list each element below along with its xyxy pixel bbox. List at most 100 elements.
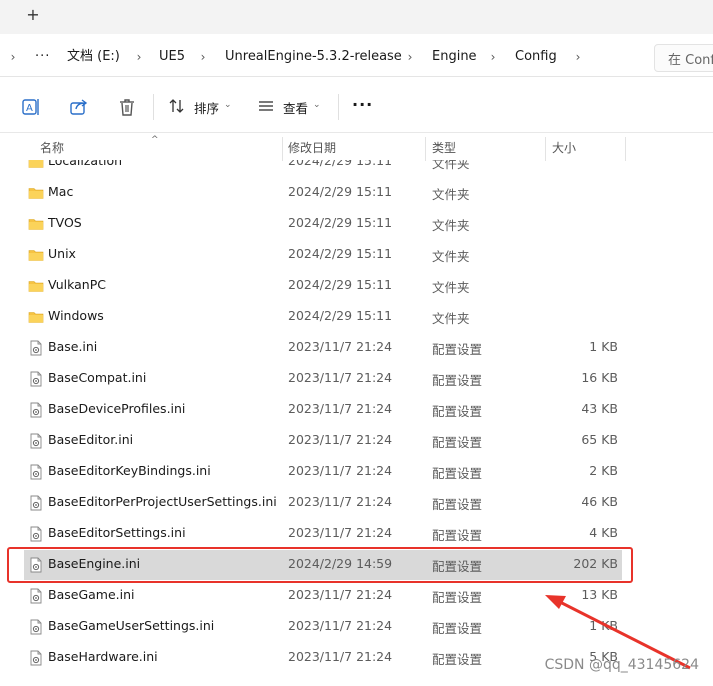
chevron-right-icon[interactable]: › xyxy=(198,48,208,66)
file-date: 2024/2/29 15:11 xyxy=(288,184,393,199)
delete-icon[interactable] xyxy=(116,96,138,118)
file-name: BaseGame.ini xyxy=(48,587,135,602)
file-list: Localization 2024/2/29 15:11 文件夹 Mac 2024/2/… xyxy=(0,160,713,686)
file-size: 2 KB xyxy=(589,463,618,478)
view-icon xyxy=(259,101,273,111)
file-date: 2023/11/7 21:24 xyxy=(288,370,393,385)
ini-file-icon xyxy=(28,495,44,511)
chevron-right-icon[interactable]: › xyxy=(573,48,583,66)
file-row[interactable]: BaseHardware.ini 2023/11/7 21:24 配置设置 5 KB xyxy=(24,643,622,673)
file-type: 配置设置 xyxy=(432,528,483,543)
file-row[interactable]: VulkanPC 2024/2/29 15:11 文件夹 xyxy=(24,271,622,301)
file-name: BaseDeviceProfiles.ini xyxy=(48,401,186,416)
file-size: 43 KB xyxy=(581,401,618,416)
chevron-right-icon[interactable]: › xyxy=(134,48,144,66)
breadcrumb-item-release[interactable]: UnrealEngine-5.3.2-release xyxy=(225,48,402,66)
file-size: 16 KB xyxy=(581,370,618,385)
file-size: 202 KB xyxy=(573,556,618,571)
file-type: 文件夹 xyxy=(432,187,470,202)
file-row[interactable]: BaseGameUserSettings.ini 2023/11/7 21:24 配… xyxy=(24,612,622,642)
file-row[interactable]: BaseEditorPerProjectUserSettings.ini 2023… xyxy=(24,488,622,518)
file-date: 2023/11/7 21:24 xyxy=(288,618,393,633)
search-input[interactable]: 在 Conf xyxy=(654,44,713,72)
file-name: Windows xyxy=(48,308,104,323)
ini-file-icon xyxy=(28,619,44,635)
file-type: 配置设置 xyxy=(432,559,483,574)
file-name: BaseEditorKeyBindings.ini xyxy=(48,463,211,478)
column-divider[interactable] xyxy=(282,137,283,161)
column-name[interactable]: 名称 xyxy=(40,140,64,156)
file-size: 1 KB xyxy=(589,339,618,354)
ini-file-icon xyxy=(28,588,44,604)
file-row[interactable]: BaseEngine.ini 2024/2/29 14:59 配置设置 202 KB xyxy=(24,550,622,580)
file-row[interactable]: BaseGame.ini 2023/11/7 21:24 配置设置 13 KB xyxy=(24,581,622,611)
chevron-down-icon: ⌄ xyxy=(224,100,232,110)
file-name: BaseEngine.ini xyxy=(48,556,141,571)
file-row[interactable]: BaseEditorSettings.ini 2023/11/7 21:24 配置设… xyxy=(24,519,622,549)
file-size: 4 KB xyxy=(589,525,618,540)
overflow-dots-icon[interactable]: ··· xyxy=(35,48,50,66)
folder-icon xyxy=(28,216,44,232)
plus-icon[interactable]: + xyxy=(24,6,42,24)
file-type: 文件夹 xyxy=(432,280,470,295)
column-date[interactable]: 修改日期 xyxy=(288,140,336,156)
file-date: 2023/11/7 21:24 xyxy=(288,587,393,602)
sort-icon xyxy=(169,99,184,113)
sort-label: 排序 xyxy=(194,101,220,116)
file-row[interactable]: Unix 2024/2/29 15:11 文件夹 xyxy=(24,240,622,270)
file-date: 2023/11/7 21:24 xyxy=(288,463,393,478)
column-divider[interactable] xyxy=(625,137,626,161)
file-row[interactable]: TVOS 2024/2/29 15:11 文件夹 xyxy=(24,209,622,239)
file-name: Base.ini xyxy=(48,339,98,354)
file-name: BaseEditor.ini xyxy=(48,432,134,447)
breadcrumb-item-config[interactable]: Config xyxy=(515,48,557,66)
column-size[interactable]: 大小 xyxy=(552,140,576,156)
ini-file-icon xyxy=(28,340,44,356)
file-name: Localization xyxy=(48,160,123,168)
file-type: 配置设置 xyxy=(432,404,483,419)
sort-button[interactable]: 排序 ⌄ xyxy=(168,94,234,120)
file-date: 2023/11/7 21:24 xyxy=(288,401,393,416)
rename-icon[interactable]: A xyxy=(20,96,42,118)
file-row[interactable]: BaseEditor.ini 2023/11/7 21:24 配置设置 65 KB xyxy=(24,426,622,456)
folder-icon xyxy=(28,247,44,263)
chevron-right-icon[interactable]: › xyxy=(488,48,498,66)
file-row[interactable]: Base.ini 2023/11/7 21:24 配置设置 1 KB xyxy=(24,333,622,363)
ini-file-icon xyxy=(28,557,44,573)
file-date: 2024/2/29 15:11 xyxy=(288,308,393,323)
search-placeholder: 在 Conf xyxy=(668,53,713,68)
more-icon: ··· xyxy=(352,95,374,114)
ini-file-icon xyxy=(28,526,44,542)
file-size: 1 KB xyxy=(589,618,618,633)
address-bar: › ··· 文档 (E:) › UE5 › UnrealEngine-5.3.2… xyxy=(0,38,713,77)
file-row[interactable]: BaseDeviceProfiles.ini 2023/11/7 21:24 配置设… xyxy=(24,395,622,425)
toolbar-divider xyxy=(153,94,154,120)
more-options-button[interactable]: ··· xyxy=(352,94,376,120)
file-type: 文件夹 xyxy=(432,311,470,326)
file-name: TVOS xyxy=(48,215,82,230)
file-type: 配置设置 xyxy=(432,621,483,636)
file-row[interactable]: Localization 2024/2/29 15:11 文件夹 xyxy=(24,160,622,177)
chevron-right-icon[interactable]: › xyxy=(405,48,415,66)
file-row[interactable]: Mac 2024/2/29 15:11 文件夹 xyxy=(24,178,622,208)
file-name: BaseCompat.ini xyxy=(48,370,147,385)
folder-icon xyxy=(28,278,44,294)
chevron-right-icon[interactable]: › xyxy=(8,48,18,66)
file-type: 文件夹 xyxy=(432,218,470,233)
file-date: 2023/11/7 21:24 xyxy=(288,339,393,354)
column-type[interactable]: 类型 xyxy=(432,140,456,156)
file-row[interactable]: BaseEditorKeyBindings.ini 2023/11/7 21:24… xyxy=(24,457,622,487)
column-divider[interactable] xyxy=(425,137,426,161)
ini-file-icon xyxy=(28,371,44,387)
tab-strip: + xyxy=(0,0,713,34)
file-row[interactable]: BaseCompat.ini 2023/11/7 21:24 配置设置 16 KB xyxy=(24,364,622,394)
file-type: 配置设置 xyxy=(432,497,483,512)
share-icon[interactable] xyxy=(68,96,90,118)
view-button[interactable]: 查看 ⌄ xyxy=(257,94,327,120)
breadcrumb-item-engine[interactable]: Engine xyxy=(432,48,477,66)
column-divider[interactable] xyxy=(545,137,546,161)
folder-icon xyxy=(28,185,44,201)
file-row[interactable]: Windows 2024/2/29 15:11 文件夹 xyxy=(24,302,622,332)
breadcrumb-item-drive[interactable]: 文档 (E:) xyxy=(67,48,120,66)
breadcrumb-item-ue5[interactable]: UE5 xyxy=(159,48,185,66)
